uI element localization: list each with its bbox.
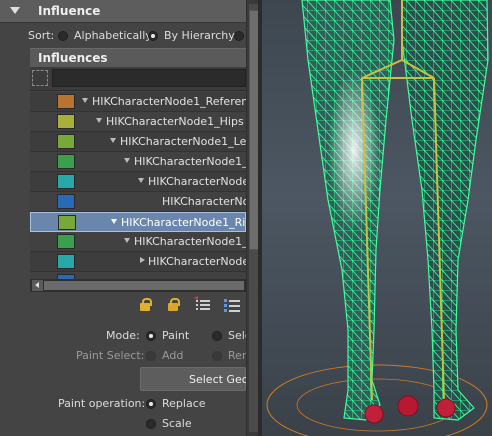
paint-operation-label: Paint operation:	[58, 397, 146, 410]
expand-arrow-icon[interactable]	[111, 219, 117, 224]
expand-arrow-icon[interactable]	[96, 118, 102, 123]
color-swatch[interactable]	[58, 215, 76, 230]
influences-header: Influences	[30, 48, 246, 67]
influence-section-header[interactable]: Influence	[0, 0, 246, 23]
right-leg-wireframe	[401, 0, 489, 421]
right-foot-control[interactable]	[436, 398, 456, 418]
move-weights-button[interactable]	[194, 296, 212, 314]
list-arrows-icon	[194, 296, 210, 310]
sort-label: Sort:	[28, 29, 55, 42]
paint-op-scale-label[interactable]: Scale	[162, 417, 192, 430]
mode-paint-radio[interactable]	[146, 331, 156, 341]
mode-label: Mode:	[106, 329, 140, 342]
influence-row[interactable]: HIKCharacterNode1_Reference	[30, 92, 246, 112]
influence-row[interactable]: HIKCharacterNode1_Hips	[30, 112, 246, 132]
select-geometry-label: Select Geom	[189, 373, 246, 386]
influence-name: HIKCharacterNode1_Hips	[106, 115, 244, 128]
influence-row[interactable]: HIKCharacterNode1_Le	[30, 152, 246, 172]
paint-mode-section: Mode: Paint Sele Paint Select: Add Rem S…	[0, 322, 246, 436]
paint-select-remove-radio[interactable]	[212, 351, 222, 361]
paint-op-scale-radio[interactable]	[146, 419, 156, 429]
influence-name: HIKCharacterNode1_Righ	[121, 216, 246, 229]
sort-by-hierarchy-label[interactable]: By Hierarchy	[164, 29, 235, 42]
select-geometry-button[interactable]: Select Geom	[140, 367, 246, 391]
lock-weights-button[interactable]	[136, 296, 154, 314]
color-swatch[interactable]	[57, 94, 75, 109]
influence-row[interactable]: HIKCharacterNode1	[30, 172, 246, 192]
influence-row[interactable]: HIKCharacterNode1_LeftU	[30, 132, 246, 152]
expand-arrow-icon[interactable]	[110, 138, 116, 143]
color-swatch[interactable]	[57, 174, 75, 189]
paint-select-add-radio[interactable]	[146, 351, 156, 361]
paint-op-replace-radio[interactable]	[146, 399, 156, 409]
section-title: Influence	[38, 4, 101, 18]
sort-alphabetically-radio[interactable]	[58, 31, 68, 41]
mode-paint-label[interactable]: Paint	[162, 329, 189, 342]
influences-list: HIKCharacterNode1_Reference HIKCharacter…	[30, 92, 246, 282]
paint-select-remove-label[interactable]: Rem	[228, 349, 246, 362]
list-horizontal-scrollbar[interactable]	[30, 279, 246, 292]
influence-name: HIKCharacterNode1_Reference	[92, 95, 246, 108]
influence-row[interactable]: HIKCharacterNode1	[30, 252, 246, 272]
influence-name: HIKCharacterNode1	[148, 255, 246, 268]
expand-arrow-icon[interactable]	[82, 98, 88, 103]
influence-row-selected[interactable]: HIKCharacterNode1_Righ	[30, 212, 246, 232]
influence-tools	[130, 296, 246, 316]
color-swatch[interactable]	[57, 134, 75, 149]
color-swatch[interactable]	[57, 234, 75, 249]
sort-row: Sort: Alphabetically By Hierarchy	[0, 25, 246, 45]
collapsed-arrow-icon[interactable]	[140, 257, 145, 263]
list-icon	[224, 299, 240, 312]
influence-name: HIKCharacterNode1_R	[134, 235, 246, 248]
influence-panel: Influence Sort: Alphabetically By Hierar…	[0, 0, 246, 436]
expand-arrow-icon[interactable]	[124, 238, 130, 243]
mode-select-radio[interactable]	[212, 331, 222, 341]
show-influences-button[interactable]	[222, 296, 240, 314]
color-swatch[interactable]	[57, 254, 75, 269]
influence-row[interactable]: HIKCharacterNode1_R	[30, 232, 246, 252]
sort-option-radio[interactable]	[234, 31, 244, 41]
paint-select-add-label[interactable]: Add	[162, 349, 183, 362]
influence-name: HIKCharacterNode1_LeftU	[120, 135, 246, 148]
collapse-arrow-icon[interactable]	[10, 7, 20, 14]
color-swatch[interactable]	[57, 114, 75, 129]
expand-arrow-icon[interactable]	[138, 178, 144, 183]
3d-viewport[interactable]	[262, 0, 492, 436]
unlock-icon	[168, 298, 180, 311]
weight-highlight	[328, 70, 380, 230]
color-swatch[interactable]	[57, 154, 75, 169]
unlock-weights-button[interactable]	[164, 296, 182, 314]
influence-row[interactable]: HIKCharacterNoc	[30, 192, 246, 212]
filter-icon[interactable]	[32, 70, 48, 86]
influences-title: Influences	[38, 51, 108, 65]
influences-filter-row	[30, 67, 246, 91]
scroll-left-arrow-icon[interactable]	[32, 280, 43, 291]
influence-name: HIKCharacterNode1	[148, 175, 246, 188]
influences-filter-input[interactable]	[52, 69, 246, 87]
paint-select-label: Paint Select:	[76, 349, 145, 362]
left-foot-control[interactable]	[364, 404, 384, 424]
mode-select-label[interactable]: Sele	[228, 329, 246, 342]
character-mesh-view	[266, 0, 489, 436]
lock-icon	[140, 298, 152, 311]
paint-op-replace-label[interactable]: Replace	[162, 397, 206, 410]
color-swatch[interactable]	[57, 194, 75, 209]
center-foot-control[interactable]	[397, 395, 419, 417]
sort-by-hierarchy-radio[interactable]	[148, 31, 158, 41]
influence-name: HIKCharacterNode1_Le	[134, 155, 246, 168]
expand-arrow-icon[interactable]	[124, 158, 130, 163]
sort-alphabetically-label[interactable]: Alphabetically	[74, 29, 152, 42]
influence-name: HIKCharacterNoc	[162, 195, 246, 208]
scroll-thumb[interactable]	[44, 281, 244, 290]
